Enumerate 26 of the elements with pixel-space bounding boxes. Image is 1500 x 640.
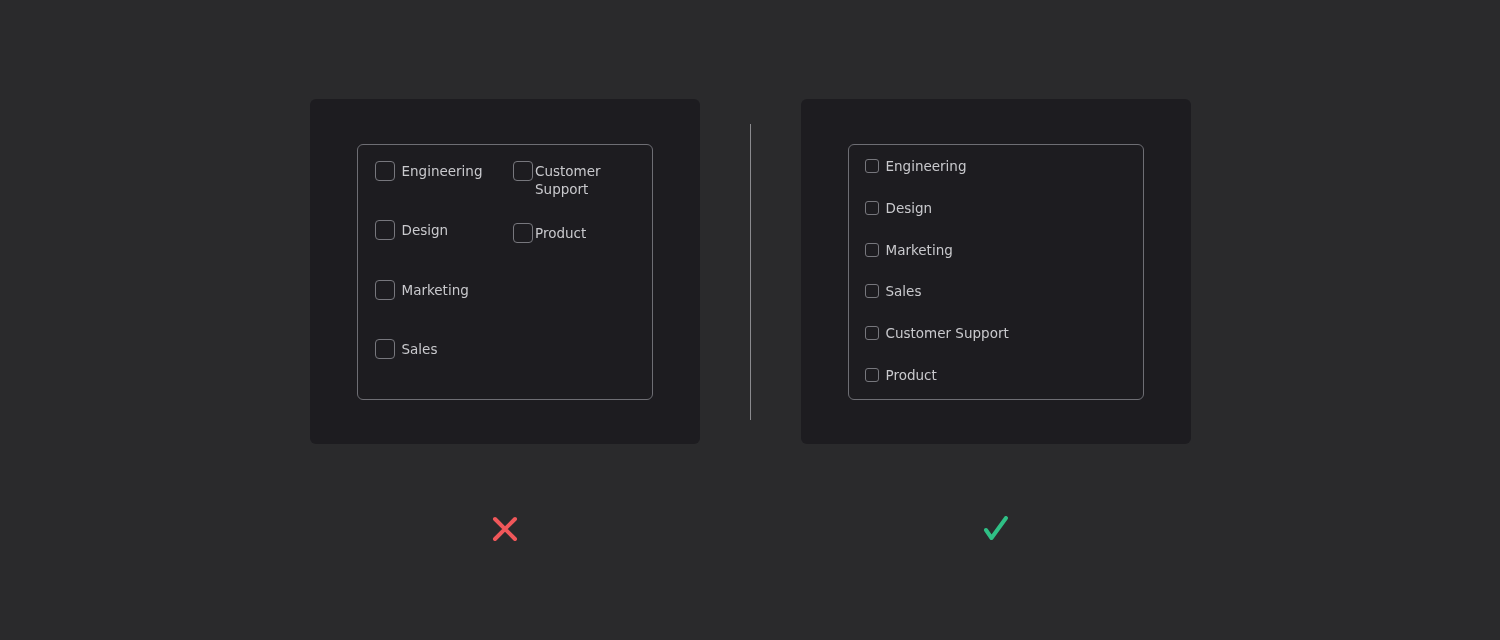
checkbox-label: Design: [401, 221, 450, 239]
checkbox-label: Engineering: [885, 157, 967, 176]
checkbox[interactable]: [374, 279, 395, 300]
checkbox-label: Sales: [401, 340, 439, 358]
checkbox-label: Customer Support: [885, 324, 1009, 343]
checkbox-label: Customer Support: [535, 161, 602, 198]
checkbox[interactable]: [864, 242, 879, 257]
checkbox-label: Product: [885, 365, 937, 384]
checkbox[interactable]: [864, 326, 879, 341]
checkbox[interactable]: [864, 201, 879, 216]
checkbox-label: Marketing: [885, 240, 953, 259]
checkbox-label: Sales: [885, 282, 922, 301]
cross-icon: [491, 516, 518, 542]
checkbox[interactable]: [513, 160, 533, 181]
checkbox[interactable]: [374, 339, 395, 359]
checkbox-label: Design: [885, 199, 933, 218]
checkbox[interactable]: [513, 222, 533, 243]
checkbox-label: Engineering: [401, 161, 484, 180]
checkmark-icon: [982, 516, 1009, 542]
checkbox-label: Marketing: [401, 280, 470, 299]
checkbox[interactable]: [864, 159, 879, 174]
checkbox[interactable]: [864, 367, 879, 382]
checkbox[interactable]: [864, 284, 879, 299]
checkbox[interactable]: [374, 220, 395, 240]
checkbox[interactable]: [374, 160, 395, 181]
checkbox-label: Product: [535, 223, 588, 242]
